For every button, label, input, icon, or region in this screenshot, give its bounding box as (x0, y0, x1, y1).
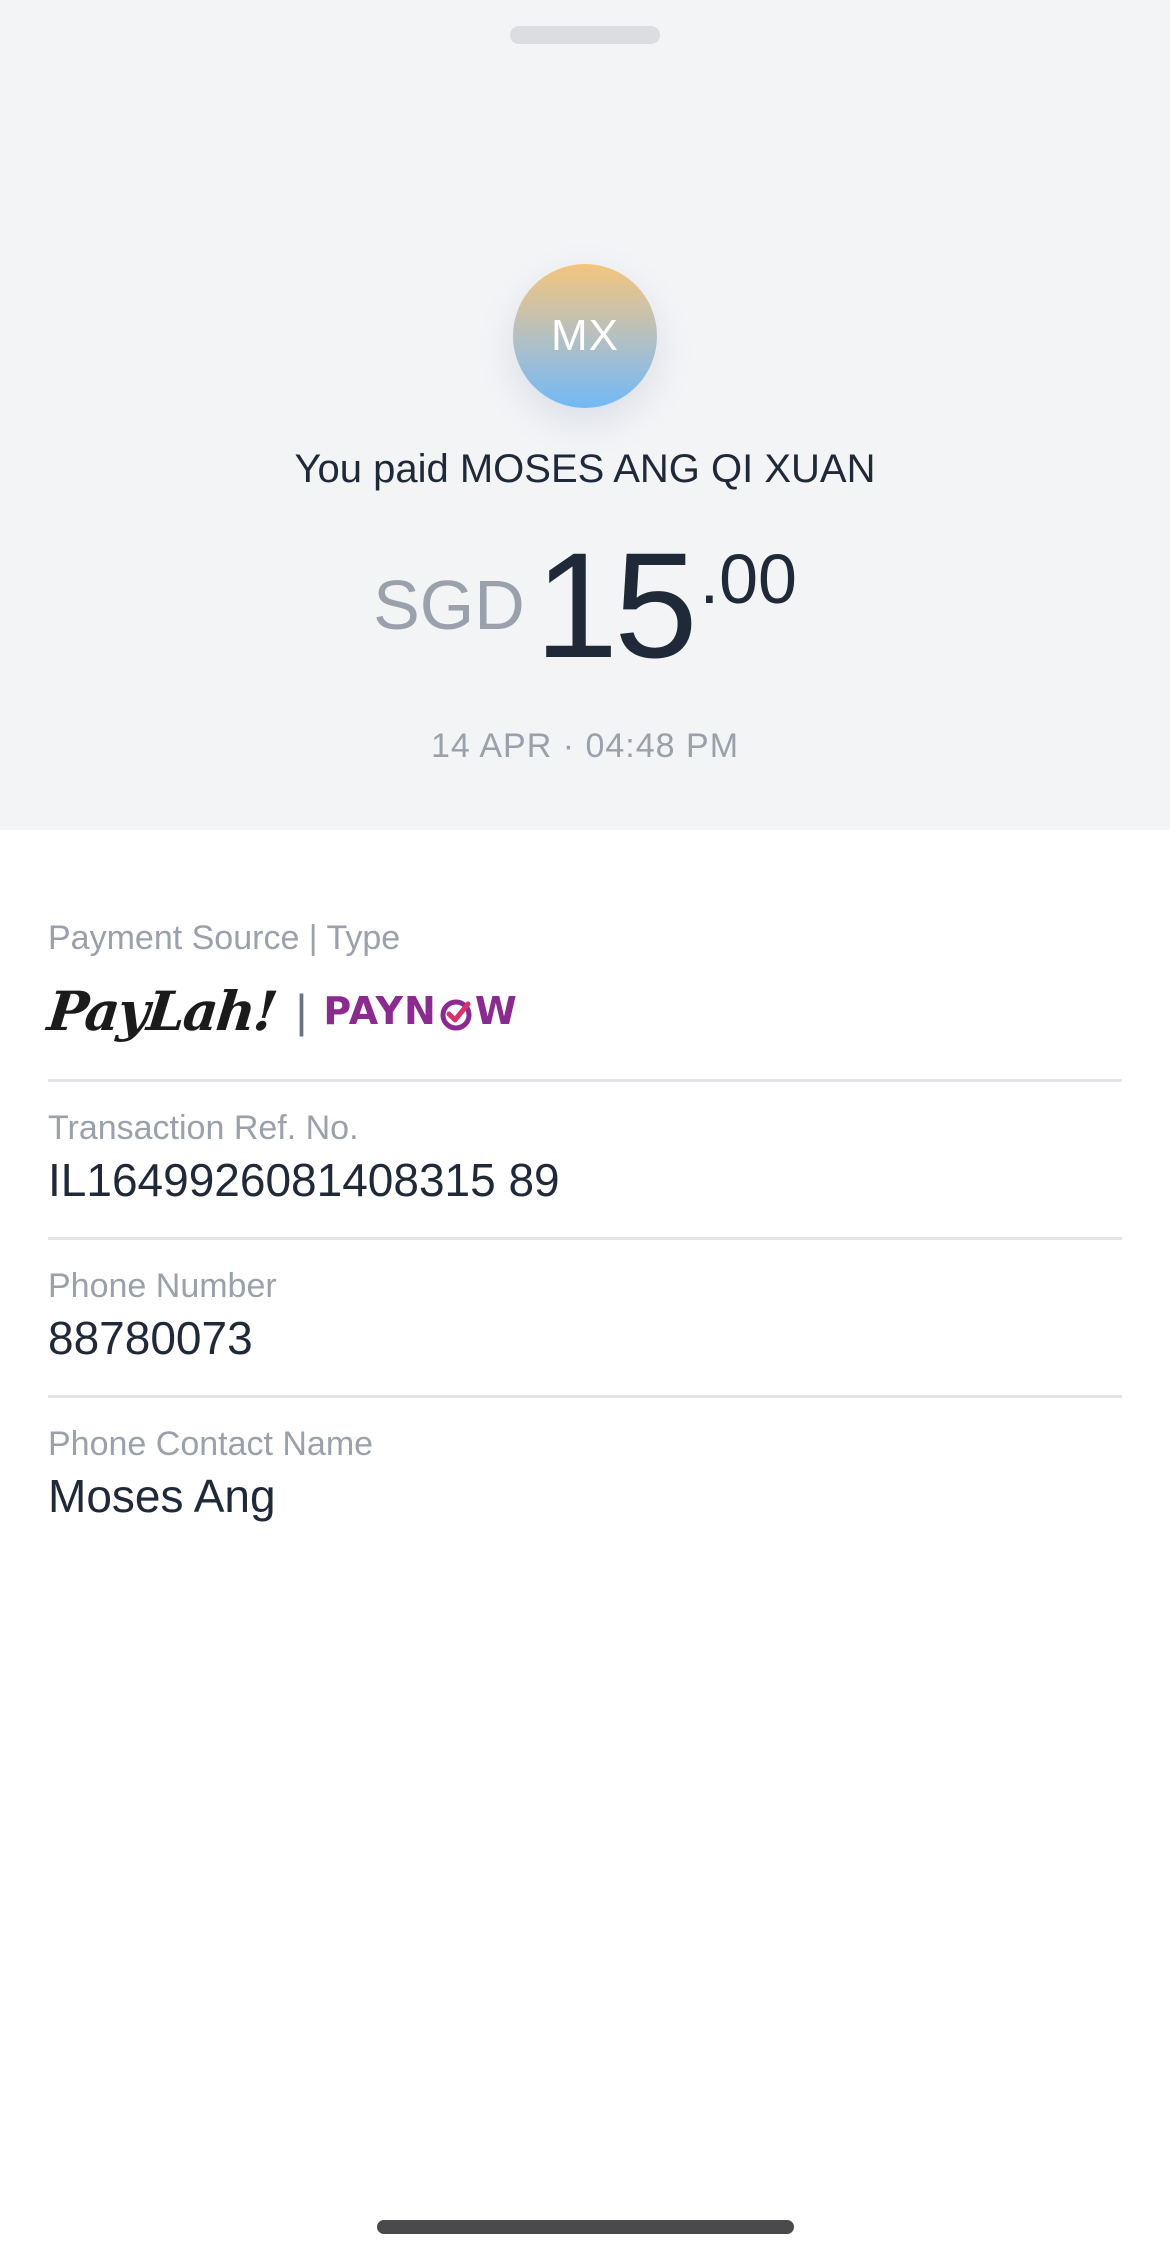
home-indicator[interactable] (377, 2220, 794, 2234)
avatar: MX (513, 264, 657, 408)
logo-separator: | (295, 985, 308, 1037)
divider (48, 1237, 1122, 1240)
phone-number-value[interactable]: 88780073 (48, 1310, 1122, 1366)
paylah-logo: PayLah! (44, 979, 279, 1043)
phone-number-label: Phone Number (48, 1267, 277, 1305)
transaction-ref-label: Transaction Ref. No. (48, 1109, 359, 1147)
payment-source-logos: PayLah! | PAYN W (44, 976, 1122, 1046)
contact-name-label: Phone Contact Name (48, 1425, 374, 1463)
paynow-logo: PAYN W (323, 989, 517, 1033)
payment-title: You paid MOSES ANG QI XUAN (294, 447, 876, 491)
sheet-grabber-handle[interactable] (510, 26, 660, 44)
transaction-ref-row: Transaction Ref. No. IL1649926081408315 … (48, 1108, 1122, 1208)
paynow-check-icon (440, 999, 472, 1030)
payment-datetime: 14 APR · 04:48 PM (430, 727, 740, 765)
amount-whole: 15 (534, 521, 698, 689)
payment-amount: SGD 15 .00 (0, 530, 1170, 680)
payment-summary-header: MX You paid MOSES ANG QI XUAN SGD 15 .00… (0, 0, 1170, 830)
paynow-logo-text: PAYN W (323, 989, 518, 1033)
payment-source-row: Payment Source | Type PayLah! | PAYN W (44, 918, 1122, 1046)
transaction-ref-value[interactable]: IL1649926081408315 89 (48, 1152, 1122, 1208)
contact-name-row: Phone Contact Name Moses Ang (48, 1424, 1122, 1524)
payment-source-label: Payment Source | Type (48, 919, 401, 957)
amount-currency: SGD (373, 566, 525, 644)
transaction-detail-sheet: MX You paid MOSES ANG QI XUAN SGD 15 .00… (0, 0, 1170, 2259)
divider (48, 1079, 1122, 1082)
amount-cents: .00 (699, 540, 797, 618)
phone-number-row: Phone Number 88780073 (48, 1266, 1122, 1366)
avatar-initials: MX (551, 311, 619, 360)
divider (48, 1395, 1122, 1398)
contact-name-value[interactable]: Moses Ang (48, 1468, 1122, 1524)
